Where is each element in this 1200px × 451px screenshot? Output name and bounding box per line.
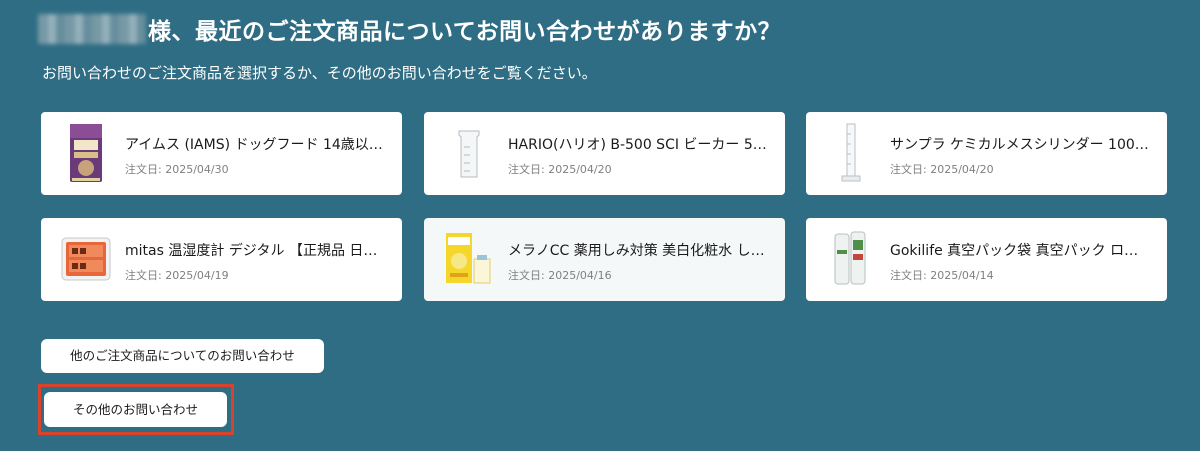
graduated-cylinder-icon — [820, 121, 882, 185]
order-date: 注文日: 2025/04/19 — [125, 269, 229, 282]
order-card-melano-cc[interactable]: メラノCC 薬用しみ対策 美白化粧水 しっとりタイプ 注文日: 2025/04/… — [424, 218, 785, 301]
order-card-sanplatec[interactable]: サンプラ ケミカルメスシリンダー 100ml 注文日: 2025/04/20 — [806, 112, 1167, 195]
order-date: 注文日: 2025/04/16 — [508, 269, 612, 282]
order-title: サンプラ ケミカルメスシリンダー 100ml — [890, 137, 1150, 153]
order-card-gokilife[interactable]: Gokilife 真空パック袋 真空パック ロール 注文日: 2025/04/1… — [806, 218, 1167, 301]
order-title: アイムス (IAMS) ドッグフード 14歳以上用 毎日の健康サポート チキン … — [125, 137, 385, 153]
page-heading: 様、最近のご注文商品についてお問い合わせがありますか？ — [38, 12, 781, 46]
order-title: HARIO(ハリオ) B-500 SCI ビーカー 500ml — [508, 137, 768, 153]
beaker-icon — [438, 121, 500, 185]
lotion-box-icon — [438, 227, 500, 291]
vacuum-bag-roll-icon — [820, 227, 882, 291]
order-date: 注文日: 2025/04/30 — [125, 163, 229, 176]
thermo-hygrometer-icon — [55, 227, 117, 291]
page-subtitle: お問い合わせのご注文商品を選択するか、その他のお問い合わせをご覧ください。 — [42, 64, 597, 82]
other-inquiry-button[interactable]: その他のお問い合わせ — [44, 392, 227, 427]
order-title: Gokilife 真空パック袋 真空パック ロール — [890, 243, 1150, 259]
blurred-customer-name — [38, 14, 146, 44]
order-title: メラノCC 薬用しみ対策 美白化粧水 しっとりタイプ — [508, 243, 768, 259]
page-title: 様、最近のご注文商品についてお問い合わせがありますか？ — [148, 19, 782, 45]
order-card-mitas[interactable]: mitas 温湿度計 デジタル 【正規品 日本メーカー】 注文日: 2025/0… — [41, 218, 402, 301]
order-card-hario[interactable]: HARIO(ハリオ) B-500 SCI ビーカー 500ml 注文日: 202… — [424, 112, 785, 195]
other-order-inquiry-button[interactable]: 他のご注文商品についてのお問い合わせ — [41, 339, 324, 373]
order-card-iams[interactable]: アイムス (IAMS) ドッグフード 14歳以上用 毎日の健康サポート チキン … — [41, 112, 402, 195]
order-date: 注文日: 2025/04/20 — [508, 163, 612, 176]
dog-food-bag-icon — [55, 121, 117, 185]
order-date: 注文日: 2025/04/14 — [890, 269, 994, 282]
order-date: 注文日: 2025/04/20 — [890, 163, 994, 176]
order-title: mitas 温湿度計 デジタル 【正規品 日本メーカー】 — [125, 243, 385, 259]
